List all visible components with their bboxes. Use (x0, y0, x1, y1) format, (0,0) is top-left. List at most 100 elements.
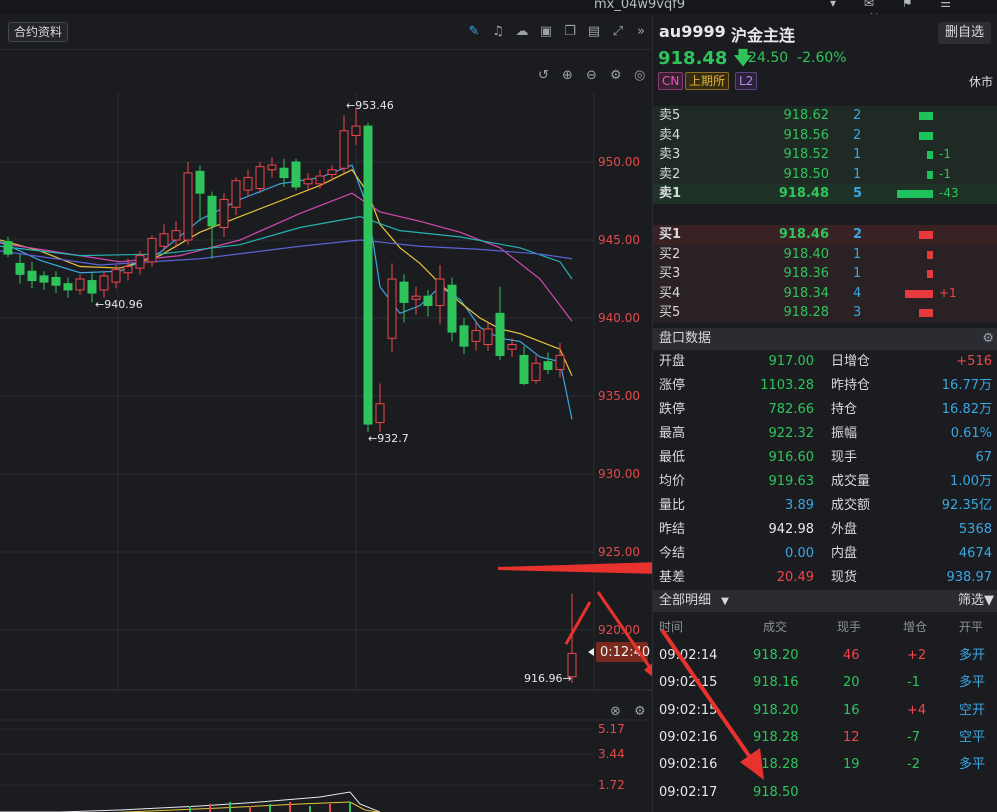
trade-row[interactable]: 09:02:14 918.20 46 +2 多开 (653, 642, 997, 669)
ma5-line (0, 164, 573, 420)
stats-header: 盘口数据 ⚙ (653, 328, 997, 350)
stat-label: 成交量 (831, 474, 871, 489)
stat-label: 涨停 (659, 378, 686, 393)
price-axis-label: 950.00 (598, 155, 640, 169)
level-volume: 1 (853, 246, 862, 262)
trade-vol: 16 (843, 702, 860, 718)
candle-body (495, 312, 505, 356)
candle-body (99, 275, 109, 291)
stat-value: 1103.28 (760, 378, 814, 393)
level-price: 918.36 (783, 266, 830, 281)
candle-body (399, 281, 409, 303)
quote-panel: au9999 沪金主连 删自选 918.48 🡇 -24.50 -2.60% C… (652, 14, 997, 812)
draw-icon[interactable]: ✎ (466, 24, 482, 40)
filter-button[interactable]: 筛选▼ (958, 590, 994, 612)
candle-body (447, 284, 457, 333)
candle-body (387, 278, 397, 339)
ask-row[interactable]: 卖1 918.48 5 -43 (653, 184, 997, 204)
chart-settings-icon[interactable]: ⚙ (610, 68, 622, 83)
stat-value: 92.35亿 (941, 498, 992, 513)
zoom-out-icon[interactable]: ⊖ (586, 68, 597, 83)
contract-info-button[interactable]: 合约资料 (8, 22, 69, 42)
level-label: 卖1 (659, 186, 682, 201)
stats-title: 盘口数据 (659, 331, 712, 346)
candle-body (195, 170, 205, 194)
candle-body (411, 295, 421, 300)
chevron-down-icon[interactable]: ▼ (721, 596, 729, 607)
level-label: 买4 (659, 285, 681, 301)
stat-label: 今结 (659, 546, 686, 561)
bid-row[interactable]: 买1 918.46 2 (653, 225, 997, 245)
trade-row[interactable]: 09:02:15 918.16 20 -1 多平 (653, 669, 997, 696)
ask-row[interactable]: 卖4 918.56 2 (653, 125, 997, 145)
trade-row[interactable]: 09:02:17 918.50 (653, 779, 997, 806)
trade-time: 09:02:14 (659, 648, 718, 663)
trade-price: 918.16 (753, 675, 799, 691)
bid-row[interactable]: 买3 918.36 1 (653, 264, 997, 284)
bid-row[interactable]: 买4 918.34 4 +1 (653, 283, 997, 303)
alert-icon[interactable]: ♫ (490, 24, 506, 40)
stat-value: 5368 (958, 522, 992, 537)
user-id[interactable]: mx_04w9vqf9 (594, 0, 685, 12)
trade-row[interactable]: 09:02:15 918.20 16 +4 空开 (653, 697, 997, 724)
level-price: 918.48 (778, 186, 829, 201)
candle-body (303, 178, 313, 185)
candle-body (279, 167, 289, 179)
volume-bar (927, 250, 933, 259)
candle-body (135, 255, 145, 269)
kline-svg[interactable]: 950.00945.00940.00935.00930.00925.00920.… (0, 62, 652, 812)
ask-row[interactable]: 卖2 918.50 1 -1 (653, 164, 997, 184)
level-label: 买5 (659, 305, 681, 320)
zoom-in-icon[interactable]: ⊕ (562, 68, 573, 83)
stat-value: 942.98 (768, 522, 815, 537)
candle-body (171, 230, 181, 241)
volume-bar (927, 151, 933, 159)
price-axis-label: 940.00 (598, 311, 640, 325)
stat-label: 均价 (659, 474, 686, 489)
ask-row[interactable]: 卖3 918.52 1 -1 (653, 145, 997, 165)
trade-price: 918.20 (753, 648, 799, 663)
level-volume: 3 (853, 305, 862, 320)
level-price: 918.46 (778, 227, 829, 242)
candle-body (555, 354, 565, 370)
layout-icon[interactable]: ▤ (586, 24, 602, 40)
ask-row[interactable]: 卖5 918.62 2 (653, 106, 997, 126)
trade-row[interactable]: 09:02:16 918.28 12 -7 空平 (653, 724, 997, 751)
camera-icon[interactable]: ▣ (538, 24, 554, 40)
level-label: 卖2 (659, 166, 681, 182)
kline-chart[interactable]: 950.00 945.00 940.00 935.00 930.00 925.00 920.… (0, 62, 652, 812)
column-header: 开平 (959, 620, 984, 634)
trades-title[interactable]: 全部明细 (659, 593, 711, 608)
column-header: 成交 (763, 620, 788, 634)
column-header: 现手 (837, 620, 862, 634)
volume-bar (927, 270, 933, 278)
stat-label: 最高 (659, 426, 686, 441)
template-icon[interactable]: ☁ (514, 24, 530, 40)
fullscreen-icon[interactable]: ⤢ (610, 24, 626, 40)
volume-bar (927, 170, 933, 179)
sub-close-icon[interactable]: ⊗ (610, 704, 621, 719)
red-arrow-up-line (564, 601, 592, 645)
bid-row[interactable]: 买5 918.28 3 (653, 303, 997, 323)
candle-body (243, 177, 253, 191)
column-header: 增仓 (903, 620, 928, 634)
candle-body (75, 278, 85, 291)
stat-value: 3.89 (785, 498, 814, 513)
sub-settings-icon[interactable]: ⚙ (634, 704, 646, 719)
change-pct: -2.60% (797, 50, 847, 66)
stat-value: 917.00 (768, 354, 815, 369)
sub-axis-label: 3.44 (598, 747, 625, 761)
undo-icon[interactable]: ↺ (538, 68, 549, 83)
trade-time: 09:02:15 (659, 702, 718, 718)
column-header: 时间 (659, 620, 684, 634)
bid-row[interactable]: 买2 918.40 1 (653, 244, 997, 264)
expand-panel-icon[interactable]: » (633, 24, 649, 40)
trade-row[interactable]: 09:02:16 918.28 19 -2 多平 (653, 751, 997, 778)
stats-settings-icon[interactable]: ⚙ (982, 328, 994, 350)
remove-watchlist-button[interactable]: 删自选 (937, 22, 991, 44)
volume-bar (919, 131, 933, 140)
candle-body (315, 175, 325, 185)
copy-icon[interactable]: ❐ (562, 24, 578, 40)
chart-close-icon[interactable]: ◎ (634, 68, 645, 83)
level-price: 918.40 (783, 246, 830, 262)
